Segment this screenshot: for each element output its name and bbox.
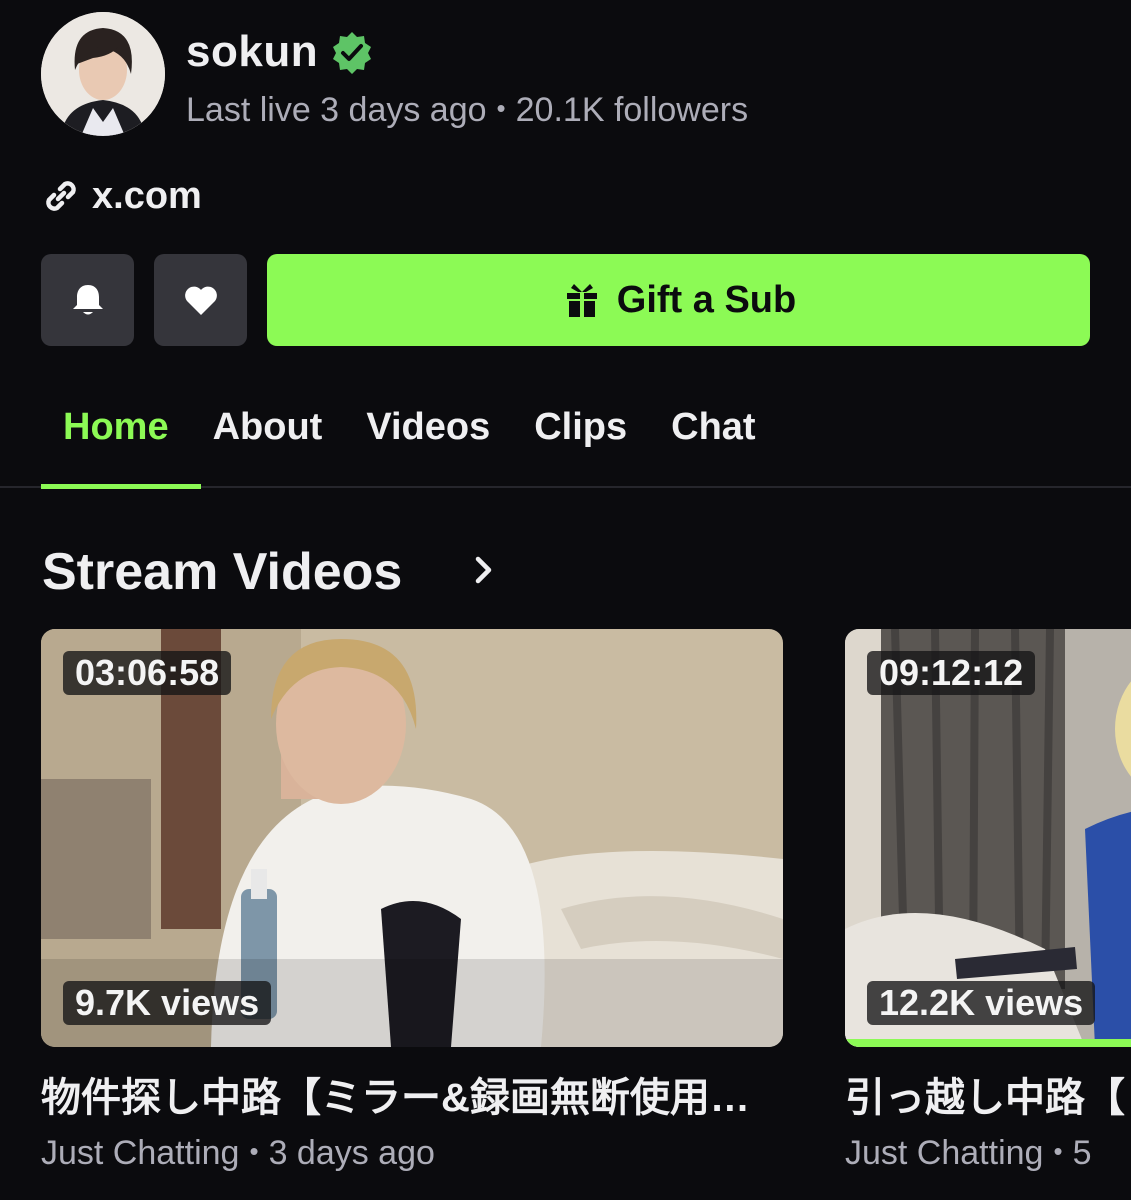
verified-badge-icon (333, 32, 371, 74)
section-title[interactable]: Stream Videos (42, 538, 402, 606)
bell-icon (72, 285, 103, 315)
followers-count: 20.1K followers (515, 91, 749, 129)
video-age: 5 (1072, 1134, 1092, 1172)
video-title[interactable]: 物件探し中路【ミラー&録画無断使用… (41, 1073, 783, 1123)
link-icon (46, 181, 76, 211)
tab-about[interactable]: About (191, 398, 345, 464)
active-tab-indicator (41, 484, 201, 489)
tab-videos[interactable]: Videos (344, 398, 512, 464)
gift-sub-label: Gift a Sub (616, 278, 797, 321)
video-card[interactable]: 03:06:58 9.7K views 物件探し中路【ミラー&録画無断使用… J… (41, 629, 783, 1175)
channel-avatar[interactable] (41, 12, 165, 136)
last-live-text: Last live 3 days ago (186, 91, 487, 129)
meta-separator: • (249, 1136, 259, 1166)
heart-icon (184, 286, 217, 315)
video-views: 9.7K views (63, 981, 272, 1025)
tab-chat[interactable]: Chat (649, 398, 777, 464)
notifications-button[interactable] (41, 254, 134, 346)
video-duration: 09:12:12 (867, 651, 1036, 695)
channel-page: sokun Last live 3 days ago • 20.1K followe… (0, 0, 1131, 1200)
tab-clips[interactable]: Clips (512, 398, 649, 464)
watch-progress-bar (845, 1039, 1131, 1047)
channel-meta: Last live 3 days ago • 20.1K followers (186, 86, 748, 132)
video-duration: 03:06:58 (63, 651, 232, 695)
gift-sub-button[interactable]: Gift a Sub (267, 254, 1090, 346)
avatar-image (41, 12, 165, 136)
video-title[interactable]: 引っ越し中路【 (845, 1073, 1131, 1123)
video-meta: Just Chatting • 3 days ago (41, 1129, 783, 1175)
tab-home[interactable]: Home (41, 398, 191, 464)
link-text[interactable]: x.com (92, 175, 202, 218)
video-age: 3 days ago (268, 1134, 435, 1172)
video-views: 12.2K views (867, 981, 1096, 1025)
meta-separator: • (496, 93, 506, 123)
follow-button[interactable] (154, 254, 247, 346)
video-thumbnail[interactable]: 03:06:58 9.7K views (41, 629, 783, 1047)
channel-tabs: Home About Videos Clips Chat (41, 398, 778, 490)
video-thumbnail[interactable]: 09:12:12 12.2K views (845, 629, 1131, 1047)
video-category[interactable]: Just Chatting (845, 1134, 1043, 1172)
video-card[interactable]: 09:12:12 12.2K views 引っ越し中路【 Just Chatti… (845, 629, 1131, 1175)
gift-icon (566, 284, 597, 317)
social-link[interactable]: x.com (40, 172, 202, 220)
video-meta: Just Chatting • 5 (845, 1129, 1131, 1175)
chevron-right-icon[interactable] (466, 552, 502, 588)
channel-name[interactable]: sokun (186, 24, 318, 80)
meta-separator: • (1053, 1136, 1063, 1166)
video-category[interactable]: Just Chatting (41, 1134, 239, 1172)
